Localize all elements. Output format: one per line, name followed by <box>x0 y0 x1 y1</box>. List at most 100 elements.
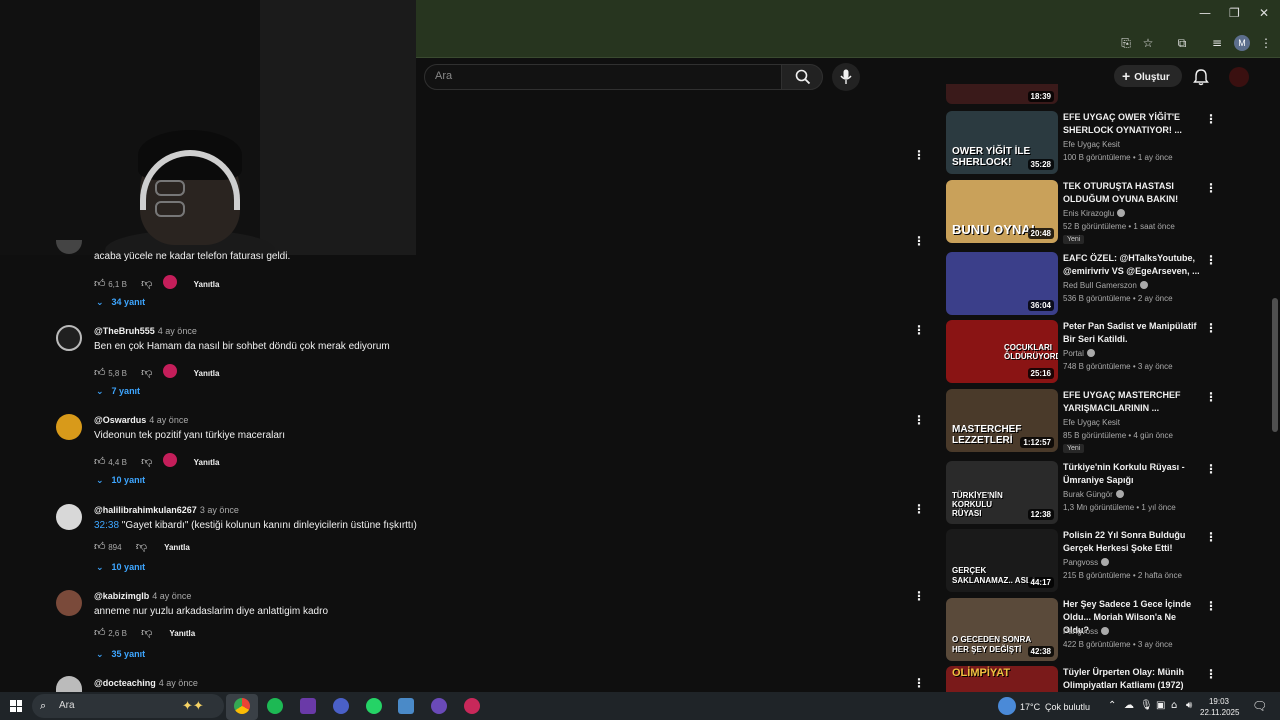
dislike-icon[interactable]: 👎︎ <box>136 540 148 553</box>
windows-start-icon[interactable] <box>10 700 22 712</box>
app-icon[interactable] <box>333 698 349 714</box>
voice-search-button[interactable] <box>832 63 860 91</box>
video-title[interactable]: EFE UYGAÇ MASTERCHEF YARIŞMACILARININ ..… <box>1063 389 1201 415</box>
chevron-up-icon[interactable]: ⌃ <box>1108 700 1116 711</box>
comment-author[interactable]: @docteaching 4 ay önce <box>94 678 198 688</box>
weather-temp[interactable]: 17°C <box>1020 702 1040 712</box>
microphone-icon[interactable]: 🎙︎ <box>1140 700 1153 711</box>
video-menu-icon[interactable]: ⋮ <box>1205 462 1217 476</box>
comment-menu-icon[interactable]: ⋮ <box>913 502 925 516</box>
search-button[interactable] <box>781 64 823 90</box>
profile-avatar[interactable]: M <box>1234 35 1250 51</box>
dislike-icon[interactable]: 👎︎ <box>141 626 153 639</box>
app-icon[interactable] <box>464 698 480 714</box>
comment-menu-icon[interactable]: ⋮ <box>913 323 925 337</box>
search-input[interactable]: Ara <box>424 64 782 90</box>
notifications-bell-icon[interactable] <box>1192 68 1210 86</box>
video-menu-icon[interactable]: ⋮ <box>1205 181 1217 195</box>
channel-name[interactable]: Enis Kirazoglu <box>1063 209 1126 218</box>
like-icon[interactable]: 👍︎ <box>94 366 106 379</box>
spotify-app-icon[interactable] <box>267 698 283 714</box>
channel-name[interactable]: Portal <box>1063 349 1095 358</box>
exodus-app-icon[interactable] <box>300 698 316 714</box>
comment-author[interactable]: @halilibrahimkulan6267 3 ay önce <box>94 505 239 515</box>
channel-name[interactable]: Red Bull Gamerszon <box>1063 281 1148 290</box>
comment-author[interactable]: @Oswardus 4 ay önce <box>94 415 188 425</box>
comment-avatar[interactable] <box>56 676 82 692</box>
channel-name[interactable]: Efe Uygaç Kesit <box>1063 418 1120 427</box>
volume-icon[interactable]: 🔊︎ <box>1186 700 1192 711</box>
close-window-button[interactable]: ✕ <box>1259 6 1269 20</box>
channel-name[interactable]: Pangvoss <box>1063 627 1110 636</box>
video-menu-icon[interactable]: ⋮ <box>1205 530 1217 544</box>
weather-text[interactable]: Çok bulutlu <box>1045 702 1090 712</box>
video-title[interactable]: TEK OTURUŞTA HASTASI OLDUĞUM OYUNA BAKIN… <box>1063 180 1201 206</box>
comment-avatar[interactable] <box>56 590 82 616</box>
video-title[interactable]: Polisin 22 Yıl Sonra Bulduğu Gerçek Herk… <box>1063 529 1201 555</box>
taskbar-clock[interactable]: 19:03 22.11.2025 <box>1200 696 1239 718</box>
comment-avatar[interactable] <box>56 414 82 440</box>
comment-author[interactable]: @kabizimglb 4 ay önce <box>94 591 191 601</box>
video-thumbnail[interactable]: MASTERCHEF LEZZETLERİ 1:12:57 <box>946 389 1058 452</box>
install-app-icon[interactable]: ⎘ <box>1118 35 1134 51</box>
like-icon[interactable]: 👍︎ <box>94 626 106 639</box>
browser-menu-icon[interactable]: ⋮ <box>1258 35 1274 51</box>
comment-menu-icon[interactable]: ⋮ <box>913 676 925 690</box>
minimize-button[interactable]: — <box>1199 6 1211 20</box>
video-thumbnail[interactable]: GERÇEK SAKLANAMAZ.. ASLA. 44:17 <box>946 529 1058 592</box>
extensions-icon[interactable]: ⧉ <box>1174 35 1190 51</box>
comment-author[interactable]: @TheBruh555 4 ay önce <box>94 326 197 336</box>
timestamp-link[interactable]: 32:38 <box>94 520 119 531</box>
video-menu-icon[interactable]: ⋮ <box>1205 667 1217 681</box>
video-thumbnail[interactable]: O GECEDEN SONRA HER ŞEY DEĞİŞTİ 42:38 <box>946 598 1058 661</box>
video-menu-icon[interactable]: ⋮ <box>1205 112 1217 126</box>
view-replies-button[interactable]: ⌄ 35 yanıt <box>96 649 145 660</box>
whatsapp-app-icon[interactable] <box>366 698 382 714</box>
view-replies-button[interactable]: ⌄ 10 yanıt <box>96 562 145 573</box>
comment-menu-icon[interactable]: ⋮ <box>913 589 925 603</box>
video-menu-icon[interactable]: ⋮ <box>1205 599 1217 613</box>
reply-button[interactable]: Yanıtla <box>194 369 220 378</box>
video-thumbnail[interactable]: BUNU OYNA! 20:48 <box>946 180 1058 243</box>
comment-menu-icon[interactable]: ⋮ <box>913 148 925 162</box>
dislike-icon[interactable]: 👎︎ <box>141 455 153 468</box>
view-replies-button[interactable]: ⌄ 7 yanıt <box>96 386 140 397</box>
comment-menu-icon[interactable]: ⋮ <box>913 234 925 248</box>
video-title[interactable]: Tüyler Ürperten Olay: Münih Olimpiyatlar… <box>1063 666 1201 692</box>
view-replies-button[interactable]: ⌄ 34 yanıt <box>96 297 145 308</box>
app-icon[interactable] <box>431 698 447 714</box>
video-thumbnail[interactable]: OWER YİĞİT İLE SHERLOCK! 35:28 <box>946 111 1058 174</box>
like-icon[interactable]: 👍︎ <box>94 277 106 290</box>
scrollbar-thumb[interactable] <box>1272 298 1278 432</box>
notification-icon[interactable]: 🗨︎ <box>1252 699 1267 713</box>
weather-icon[interactable] <box>998 697 1016 715</box>
like-icon[interactable]: 👍︎ <box>94 540 106 553</box>
video-thumbnail[interactable]: TÜRKİYE'NİN KORKULU RÜYASI 12:38 <box>946 461 1058 524</box>
video-thumbnail[interactable]: OLİMPİYAT <box>946 666 1058 692</box>
reply-button[interactable]: Yanıtla <box>169 629 195 638</box>
taskbar-search-input[interactable]: ⌕ Ara ✦✦ <box>32 694 224 718</box>
reply-button[interactable]: Yanıtla <box>194 280 220 289</box>
video-title[interactable]: Peter Pan Sadist ve Manipülatif Bir Seri… <box>1063 320 1201 346</box>
channel-name[interactable]: Burak Güngör <box>1063 490 1124 499</box>
like-icon[interactable]: 👍︎ <box>94 455 106 468</box>
account-avatar[interactable] <box>1229 67 1249 87</box>
video-thumbnail[interactable]: 18:39 <box>946 84 1058 104</box>
reply-button[interactable]: Yanıtla <box>164 543 190 552</box>
chrome-app-icon[interactable] <box>234 698 250 714</box>
video-menu-icon[interactable]: ⋮ <box>1205 390 1217 404</box>
video-title[interactable]: EFE UYGAÇ OWER YİĞİT'E SHERLOCK OYNATIYO… <box>1063 111 1201 137</box>
comment-avatar[interactable] <box>56 504 82 530</box>
media-control-icon[interactable]: ≡ <box>1209 35 1225 51</box>
video-title[interactable]: EAFC ÖZEL: @HTalksYoutube, @emirivriv VS… <box>1063 252 1201 278</box>
restore-button[interactable]: ❐ <box>1229 6 1240 20</box>
video-title[interactable]: Türkiye'nin Korkulu Rüyası - Ümraniye Sa… <box>1063 461 1201 487</box>
channel-name[interactable]: Efe Uygaç Kesit <box>1063 140 1120 149</box>
video-menu-icon[interactable]: ⋮ <box>1205 321 1217 335</box>
comment-menu-icon[interactable]: ⋮ <box>913 413 925 427</box>
create-button[interactable]: + Oluştur <box>1114 65 1182 87</box>
video-thumbnail[interactable]: 36:04 <box>946 252 1058 315</box>
bookmark-star-icon[interactable]: ☆ <box>1140 35 1156 51</box>
cloud-icon[interactable]: ☁ <box>1124 700 1134 711</box>
reply-button[interactable]: Yanıtla <box>194 458 220 467</box>
